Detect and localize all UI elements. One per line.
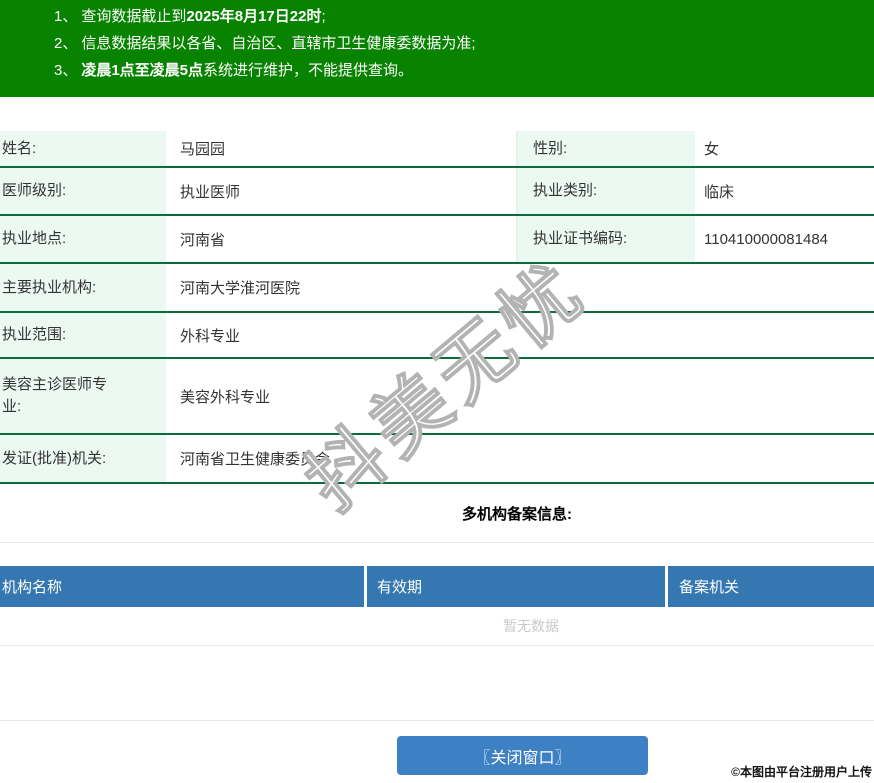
notice-number: 2、 xyxy=(54,35,78,52)
info-label: 医师级别: xyxy=(0,168,166,214)
close-window-button[interactable]: 〖关闭窗口〗 xyxy=(397,736,648,775)
info-label: 执业证书编码: xyxy=(517,216,695,262)
notice-text: 2025年8月17日22时 xyxy=(186,8,322,25)
info-value: 110410000081484 xyxy=(704,230,829,248)
info-label: 性别: xyxy=(517,131,695,166)
notice-line: 2、 信息数据结果以各省、自治区、直辖市卫生健康委数据为准; xyxy=(54,30,864,57)
notice-line: 3、 凌晨1点至凌晨5点系统进行维护，不能提供查询。 xyxy=(54,57,864,84)
info-label: 执业范围: xyxy=(0,313,166,357)
info-label: 主要执业机构: xyxy=(0,264,166,311)
notice-list: 1、 查询数据截止到2025年8月17日22时; 2、 信息数据结果以各省、自治区、直… xyxy=(54,3,864,84)
info-value: 执业医师 xyxy=(166,168,517,214)
table-row: 执业地点: 河南省 执业证书编码: 110410000081484 xyxy=(0,216,874,264)
table-row: 发证(批准)机关: 河南省卫生健康委员会 xyxy=(0,435,874,484)
info-label: 执业类别: xyxy=(517,168,695,214)
info-value: 河南省卫生健康委员会 xyxy=(180,451,331,468)
info-value: 临床 xyxy=(704,183,735,201)
divider xyxy=(0,542,874,543)
notice-banner: 1、 查询数据截止到2025年8月17日22时; 2、 信息数据结果以各省、自治区、直… xyxy=(0,0,874,97)
notice-text: ; xyxy=(321,8,326,25)
info-table: 姓名: 马园园 性别: 女医师级别: 执业医师 执业类别: 临床执业地点: 河南省 执业证书编码… xyxy=(0,131,874,484)
table-row: 医师级别: 执业医师 执业类别: 临床 xyxy=(0,168,874,216)
upload-credit: ©本图由平台注册用户上传 xyxy=(731,765,872,779)
table-row: 姓名: 马园园 性别: 女 xyxy=(0,131,874,168)
backup-section-title: 多机构备案信息: xyxy=(462,506,572,523)
query-result-page: 1、 查询数据截止到2025年8月17日22时; 2、 信息数据结果以各省、自治区、直… xyxy=(0,0,874,783)
notice-number: 1、 xyxy=(54,8,78,25)
divider xyxy=(0,720,874,721)
notice-line: 1、 查询数据截止到2025年8月17日22时; xyxy=(54,3,864,30)
backup-col-header: 机构名称 xyxy=(0,566,364,607)
info-label: 执业地点: xyxy=(0,216,166,262)
table-row: 美容主诊医师专 业: 美容外科专业 xyxy=(0,359,874,435)
backup-col-header: 备案机关 xyxy=(668,566,874,607)
notice-text: 凌晨1点至凌晨5点 xyxy=(81,62,204,79)
empty-state-text: 暂无数据 xyxy=(503,618,559,634)
info-value: 河南省 xyxy=(166,216,517,262)
info-label: 姓名: xyxy=(0,131,166,166)
notice-number: 3、 xyxy=(54,62,78,79)
table-row: 执业范围: 外科专业 xyxy=(0,313,874,359)
notice-text: 查询数据截止到 xyxy=(81,8,187,25)
info-value: 河南大学淮河医院 xyxy=(180,280,301,297)
info-label: 美容主诊医师专 业: xyxy=(0,359,166,433)
notice-text: 系统进行维护，不能提供查询。 xyxy=(203,62,414,79)
divider xyxy=(0,645,874,646)
info-value: 美容外科专业 xyxy=(180,388,271,406)
table-row: 主要执业机构: 河南大学淮河医院 xyxy=(0,264,874,313)
info-value: 马园园 xyxy=(166,131,517,166)
info-value: 女 xyxy=(704,141,720,158)
info-value: 外科专业 xyxy=(180,327,241,345)
backup-col-header: 有效期 xyxy=(367,566,665,607)
notice-text: 信息数据结果以各省、自治区、直辖市卫生健康委数据为准; xyxy=(81,35,476,52)
info-label: 发证(批准)机关: xyxy=(0,435,166,482)
backup-table-header: 机构名称 有效期 备案机关 xyxy=(0,566,874,607)
